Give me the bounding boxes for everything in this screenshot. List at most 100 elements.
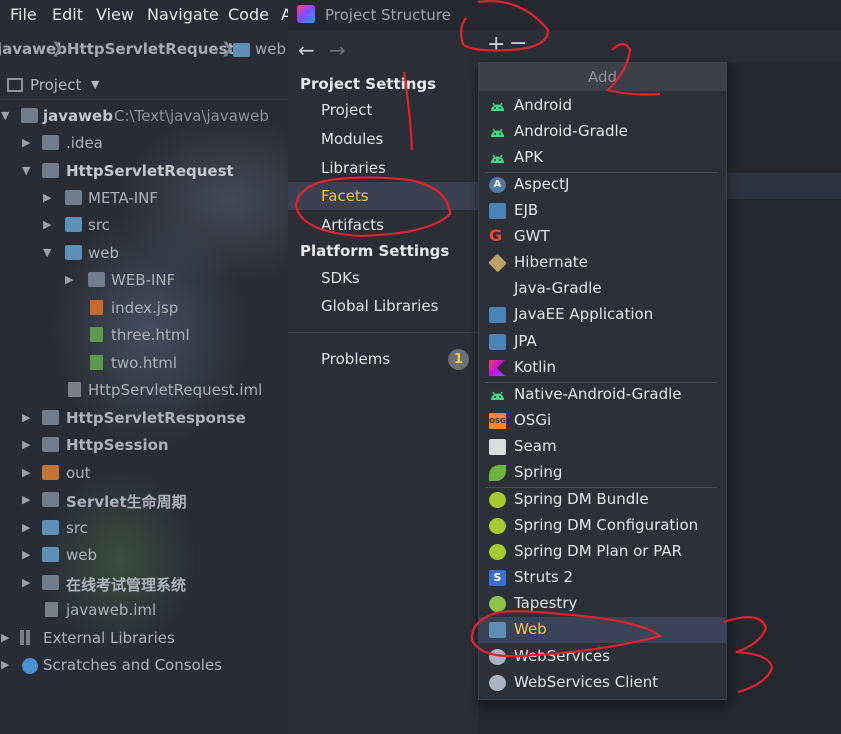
spring-dm-icon <box>489 544 506 560</box>
tree-row[interactable]: ▶ META-INF <box>0 186 288 212</box>
menu-navigate[interactable]: Navigate <box>147 5 219 24</box>
breadcrumb-module[interactable]: HttpServletRequest <box>67 40 235 58</box>
facet-option-label: Android-Gradle <box>514 122 628 140</box>
collapsed-arrow-icon[interactable]: ▶ <box>22 438 30 451</box>
collapsed-arrow-icon[interactable]: ▶ <box>1 631 9 644</box>
folder-icon <box>42 135 59 150</box>
expanded-arrow-icon[interactable]: ▼ <box>43 246 51 259</box>
collapsed-arrow-icon[interactable]: ▶ <box>1 658 9 671</box>
facet-option-label: WebServices <box>514 647 610 665</box>
tree-label: HttpSession <box>66 436 169 454</box>
scratches-icon <box>22 658 38 674</box>
collapsed-arrow-icon[interactable]: ▶ <box>22 576 30 589</box>
facet-option-hibernate[interactable]: Hibernate <box>479 250 726 276</box>
facet-option-apk[interactable]: APK <box>479 145 726 171</box>
breadcrumb-folder[interactable]: web <box>255 40 286 58</box>
expanded-arrow-icon[interactable]: ▼ <box>22 164 30 177</box>
source-folder-icon <box>42 520 59 535</box>
tree-label: index.jsp <box>111 299 179 317</box>
remove-button[interactable]: − <box>509 31 527 56</box>
collapsed-arrow-icon[interactable]: ▶ <box>65 273 73 286</box>
facet-option-struts2[interactable]: S Struts 2 <box>479 565 726 591</box>
collapsed-arrow-icon[interactable]: ▶ <box>43 191 51 204</box>
chevron-down-icon[interactable]: ▼ <box>91 78 99 91</box>
facet-option-gwt[interactable]: G GWT <box>479 224 726 250</box>
tree-row[interactable]: ▶ 在线考试管理系统 <box>0 571 288 597</box>
forward-arrow-icon[interactable]: → <box>329 38 346 62</box>
source-folder-icon <box>65 217 82 232</box>
collapsed-arrow-icon[interactable]: ▶ <box>22 493 30 506</box>
menu-view[interactable]: View <box>96 5 134 24</box>
facet-option-javaee-application[interactable]: JavaEE Application <box>479 302 726 328</box>
tree-row[interactable]: three.html <box>0 323 288 349</box>
facet-option-label: Seam <box>514 437 557 455</box>
tree-row[interactable]: javaweb.iml <box>0 598 288 624</box>
facet-option-webservices-client[interactable]: WebServices Client <box>479 670 726 696</box>
tree-row[interactable]: index.jsp <box>0 296 288 322</box>
tree-row[interactable]: ▶ External Libraries <box>0 626 288 652</box>
tree-row[interactable]: ▶ src <box>0 516 288 542</box>
tree-label: HttpServletResponse <box>66 409 246 427</box>
facet-option-spring-dm-plan[interactable]: Spring DM Plan or PAR <box>479 539 726 565</box>
tree-row[interactable]: ▶ Scratches and Consoles <box>0 653 288 679</box>
tree-row[interactable]: ▶ .idea <box>0 131 288 157</box>
tree-row[interactable]: ▼ javaweb C:\Text\java\javaweb <box>0 104 288 130</box>
tree-row[interactable]: ▼ HttpServletRequest <box>0 159 288 185</box>
menu-edit[interactable]: Edit <box>52 5 83 24</box>
nav-item-project[interactable]: Project <box>288 96 478 124</box>
facet-option-spring[interactable]: Spring <box>479 460 726 486</box>
nav-item-artifacts[interactable]: Artifacts <box>288 211 478 239</box>
nav-item-problems[interactable]: Problems 1 <box>288 345 478 373</box>
collapsed-arrow-icon[interactable]: ▶ <box>22 466 30 479</box>
collapsed-arrow-icon[interactable]: ▶ <box>22 521 30 534</box>
nav-item-modules[interactable]: Modules <box>288 125 478 153</box>
kotlin-icon <box>489 360 506 376</box>
facet-option-webservices[interactable]: WebServices <box>479 644 726 670</box>
collapsed-arrow-icon[interactable]: ▶ <box>22 411 30 424</box>
facet-option-native-android-gradle[interactable]: Native-Android-Gradle <box>479 382 726 408</box>
nav-item-facets[interactable]: Facets <box>288 182 478 210</box>
tree-row[interactable]: ▶ HttpServletResponse <box>0 406 288 432</box>
facet-option-web[interactable]: Web <box>479 617 726 643</box>
tree-row[interactable]: ▶ src <box>0 213 288 239</box>
facet-option-seam[interactable]: Seam <box>479 434 726 460</box>
project-settings-header: Project Settings <box>300 75 437 93</box>
menu-file[interactable]: File <box>10 5 37 24</box>
tree-label: External Libraries <box>43 629 175 647</box>
tree-row[interactable]: HttpServletRequest.iml <box>0 378 288 404</box>
facet-option-osgi[interactable]: OSGi OSGi <box>479 408 726 434</box>
tree-row[interactable]: ▶ Servlet生命周期 <box>0 488 288 514</box>
collapsed-arrow-icon[interactable]: ▶ <box>43 218 51 231</box>
facet-option-jpa[interactable]: JPA <box>479 329 726 355</box>
facet-option-android-gradle[interactable]: Android-Gradle <box>479 119 726 145</box>
tree-row[interactable]: ▼ web <box>0 241 288 267</box>
tree-row[interactable]: ▶ out <box>0 461 288 487</box>
tree-label: HttpServletRequest.iml <box>88 381 263 399</box>
facet-option-spring-dm-configuration[interactable]: Spring DM Configuration <box>479 513 726 539</box>
menu-code[interactable]: Code <box>228 5 269 24</box>
tree-row[interactable]: ▶ WEB-INF <box>0 268 288 294</box>
tree-row[interactable]: two.html <box>0 351 288 377</box>
collapsed-arrow-icon[interactable]: ▶ <box>22 548 30 561</box>
collapsed-arrow-icon[interactable]: ▶ <box>22 136 30 149</box>
back-arrow-icon[interactable]: ← <box>298 38 315 62</box>
tree-label: 在线考试管理系统 <box>66 576 187 594</box>
expanded-arrow-icon[interactable]: ▼ <box>1 109 9 122</box>
facet-option-kotlin[interactable]: Kotlin <box>479 355 726 381</box>
facet-option-java-gradle[interactable]: Java-Gradle <box>479 276 726 302</box>
nav-item-libraries[interactable]: Libraries <box>288 154 478 182</box>
add-button[interactable]: + <box>487 32 505 57</box>
tree-row[interactable]: ▶ web <box>0 543 288 569</box>
facet-option-ejb[interactable]: EJB <box>479 198 726 224</box>
nav-divider <box>288 332 478 333</box>
tree-row[interactable]: ▶ HttpSession <box>0 433 288 459</box>
facet-option-tapestry[interactable]: Tapestry <box>479 591 726 617</box>
nav-item-sdks[interactable]: SDKs <box>288 264 478 292</box>
nav-item-global-libraries[interactable]: Global Libraries <box>288 292 478 320</box>
facet-option-spring-dm-bundle[interactable]: Spring DM Bundle <box>479 487 726 513</box>
folder-icon <box>65 190 82 205</box>
ide-background: File Edit View Navigate Code A javaweb ❯… <box>0 0 292 734</box>
facet-option-android[interactable]: Android <box>479 93 726 119</box>
facet-option-aspectj[interactable]: A AspectJ <box>479 172 726 198</box>
project-view-label[interactable]: Project <box>30 76 81 94</box>
